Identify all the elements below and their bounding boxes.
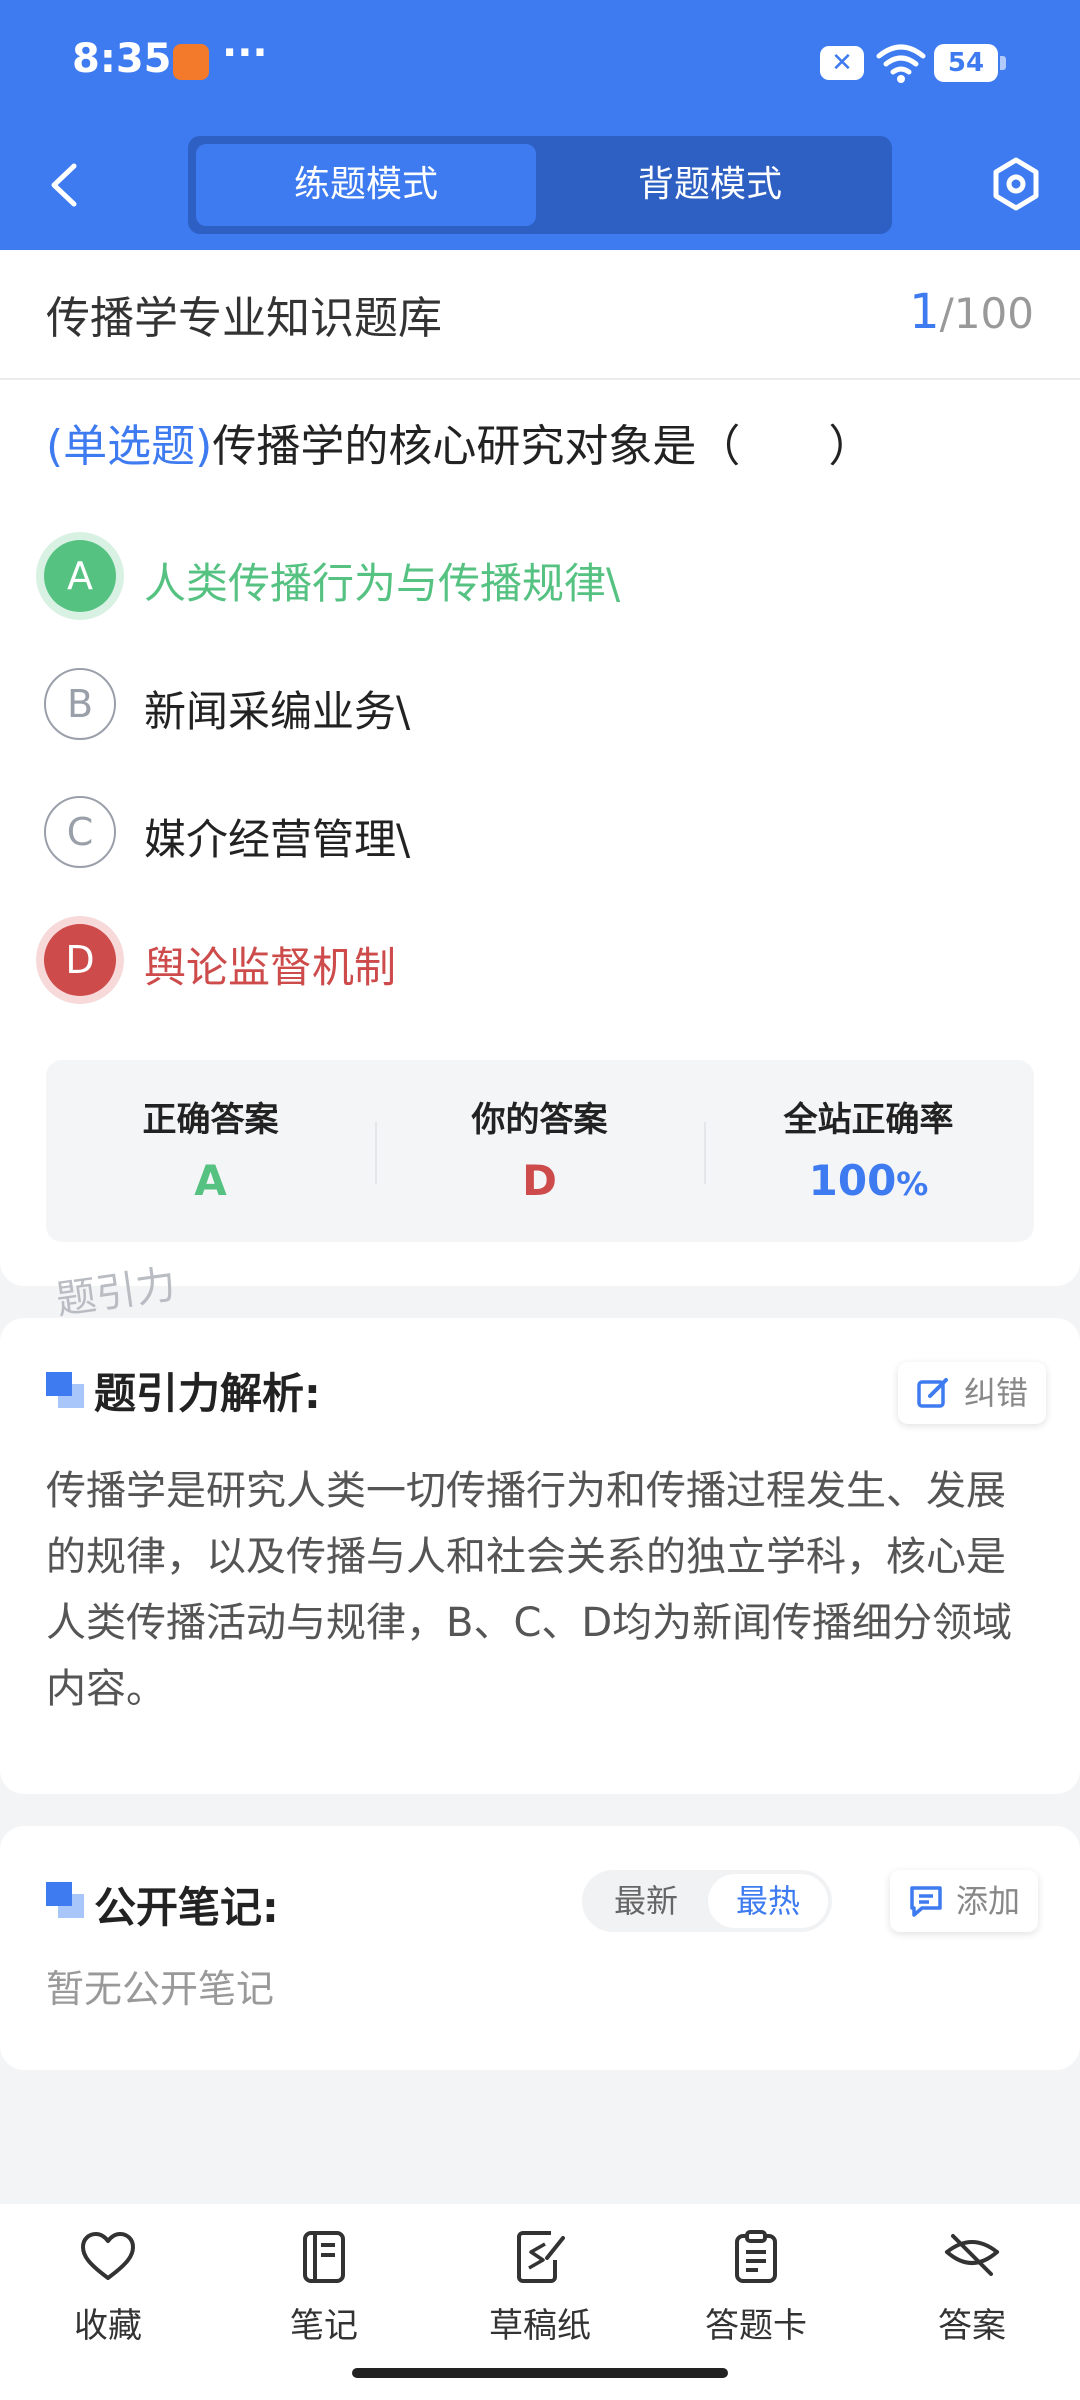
analysis-card: 题引力解析: 纠错 传播学是研究人类一切传播行为和传播过程发生、发展的规律，以及… [0, 1318, 1080, 1794]
progress-current: 1 [909, 284, 940, 340]
progress-total: /100 [939, 289, 1034, 338]
report-error-button[interactable]: 纠错 [898, 1362, 1047, 1424]
option-a[interactable]: A 人类传播行为与传播规律\ [44, 540, 1024, 612]
option-a-letter: A [44, 540, 116, 612]
option-c-text: 媒介经营管理\ [144, 815, 411, 864]
home-indicator[interactable] [352, 2368, 728, 2378]
accuracy-block: 全站正确率 100% [704, 1060, 1033, 1242]
notes-title: 公开笔记: [94, 1883, 279, 1932]
tab-practice-mode[interactable]: 练题模式 [196, 144, 536, 226]
correct-answer-value: A [194, 1156, 227, 1205]
correct-answer-block: 正确答案 A [46, 1060, 375, 1242]
nav-notes-label: 笔记 [290, 2306, 358, 2346]
mode-switch: 练题模式 背题模式 [188, 136, 892, 234]
sim-off-icon: ✕ [820, 46, 864, 80]
back-button[interactable] [40, 158, 90, 212]
tab-memorize-mode[interactable]: 背题模式 [540, 144, 880, 226]
nav-notes[interactable]: 笔记 [244, 2230, 404, 2350]
question-stem: 传播学的核心研究对象是（ ） [212, 421, 873, 472]
your-answer-block: 你的答案 D [375, 1060, 704, 1242]
status-time: 8:35 [72, 36, 172, 82]
question-text: (单选题)传播学的核心研究对象是（ ） [46, 410, 872, 474]
nav-draft-label: 草稿纸 [489, 2306, 591, 2346]
notes-empty-text: 暂无公开笔记 [46, 1967, 275, 2011]
nav-favorite-label: 收藏 [74, 2306, 142, 2346]
heart-icon [81, 2232, 135, 2280]
correct-answer-label: 正确答案 [142, 1100, 279, 1140]
accuracy-unit: % [896, 1165, 929, 1203]
option-d[interactable]: D 舆论监督机制 [44, 924, 1024, 996]
option-c-letter: C [44, 796, 116, 868]
notebook-icon [303, 2231, 345, 2283]
notes-card: 公开笔记: 最新 最热 添加 暂无公开笔记 [0, 1826, 1080, 2070]
nav-answer-label: 答案 [938, 2306, 1006, 2346]
app-notification-icon [173, 44, 209, 80]
answer-summary: 正确答案 A 你的答案 D 全站正确率 100% [46, 1060, 1034, 1242]
analysis-text: 传播学是研究人类一切传播行为和传播过程发生、发展的规律，以及传播与人和社会关系的… [46, 1468, 1013, 1712]
wifi-icon [876, 44, 926, 83]
question-bank-title: 传播学专业知识题库 [46, 293, 442, 344]
your-answer-label: 你的答案 [471, 1100, 608, 1140]
accuracy-value: 100% [704, 1156, 1033, 1205]
nav-answer[interactable]: 答案 [892, 2230, 1052, 2350]
accuracy-label: 全站正确率 [783, 1100, 954, 1140]
nav-answer-sheet-label: 答题卡 [705, 2306, 807, 2346]
nav-favorite[interactable]: 收藏 [28, 2230, 188, 2350]
analysis-title: 题引力解析: [94, 1369, 321, 1418]
add-note-label: 添加 [956, 1882, 1021, 1920]
option-a-text: 人类传播行为与传播规律\ [144, 559, 621, 608]
battery-indicator: 54 [934, 44, 1006, 82]
clipboard-icon [735, 2230, 777, 2283]
eye-off-icon [945, 2234, 999, 2276]
accuracy-number: 100 [808, 1156, 897, 1205]
option-b[interactable]: B 新闻采编业务\ [44, 668, 1024, 740]
nav-answer-sheet[interactable]: 答题卡 [676, 2230, 836, 2350]
section-icon [46, 1372, 84, 1408]
nav-draft[interactable]: 草稿纸 [460, 2230, 620, 2350]
option-d-letter: D [44, 924, 116, 996]
option-b-letter: B [44, 668, 116, 740]
status-more-icon: ··· [222, 30, 268, 76]
option-d-text: 舆论监督机制 [144, 943, 397, 992]
question-card: 传播学专业知识题库 1/100 (单选题)传播学的核心研究对象是（ ） A 人类… [0, 250, 1080, 1286]
top-header: 8:35 ··· ✕ 54 练题模式 背题模式 [0, 0, 1080, 250]
draft-icon [517, 2231, 565, 2283]
sort-hot-button[interactable]: 最热 [708, 1874, 828, 1928]
option-c[interactable]: C 媒介经营管理\ [44, 796, 1024, 868]
sort-latest-button[interactable]: 最新 [586, 1874, 706, 1928]
option-b-text: 新闻采编业务\ [144, 687, 411, 736]
divider [0, 378, 1080, 380]
question-type: (单选题) [46, 421, 213, 472]
settings-icon[interactable] [990, 156, 1042, 212]
section-icon [46, 1882, 84, 1918]
add-note-button[interactable]: 添加 [890, 1870, 1039, 1932]
comment-icon [910, 1886, 942, 1917]
notes-sort-toggle: 最新 最热 [582, 1870, 832, 1932]
question-progress: 1/100 [909, 284, 1034, 340]
report-error-label: 纠错 [964, 1374, 1029, 1412]
edit-icon [917, 1378, 948, 1408]
your-answer-value: D [522, 1156, 557, 1205]
